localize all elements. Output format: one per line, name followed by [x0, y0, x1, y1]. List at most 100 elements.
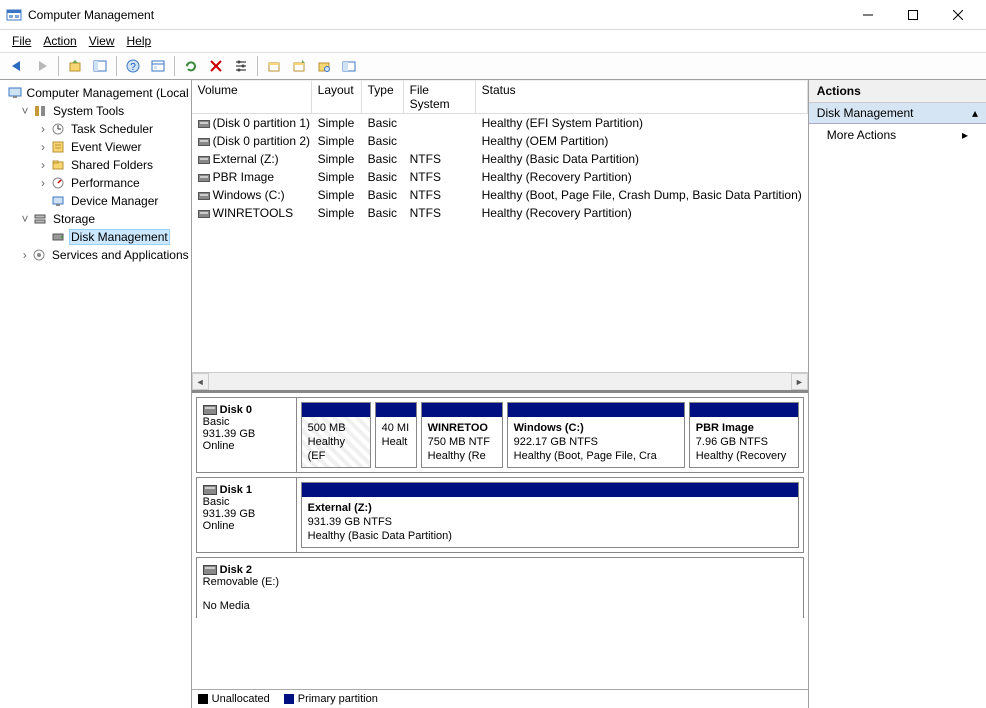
disk-info[interactable]: Disk 0 Basic 931.39 GB Online: [197, 398, 297, 472]
tree-system-tools[interactable]: ˅System Tools: [0, 102, 191, 120]
actions-section[interactable]: Disk Management ▴: [809, 103, 986, 124]
volume-row[interactable]: (Disk 0 partition 2)SimpleBasicHealthy (…: [192, 132, 808, 150]
expand-icon[interactable]: ›: [36, 123, 50, 135]
disk-row[interactable]: Disk 1 Basic 931.39 GB Online External (…: [196, 477, 804, 553]
volume-row[interactable]: PBR ImageSimpleBasicNTFSHealthy (Recover…: [192, 168, 808, 186]
expand-icon[interactable]: ›: [18, 249, 31, 261]
performance-icon: [50, 175, 66, 191]
tree-root[interactable]: Computer Management (Local: [0, 84, 191, 102]
volume-row[interactable]: WINRETOOLSSimpleBasicNTFSHealthy (Recove…: [192, 204, 808, 222]
collapse-icon: ▴: [972, 106, 978, 120]
action3-button[interactable]: [313, 55, 335, 77]
col-volume[interactable]: Volume: [192, 80, 312, 113]
disk-map[interactable]: Disk 0 Basic 931.39 GB Online 500 MBHeal…: [192, 393, 808, 689]
tree-services-apps[interactable]: ›Services and Applications: [0, 246, 191, 264]
disk-row[interactable]: Disk 2 Removable (E:) No Media: [196, 557, 804, 618]
settings-bars-button[interactable]: [230, 55, 252, 77]
tree-storage[interactable]: ˅Storage: [0, 210, 191, 228]
tree-performance[interactable]: ›Performance: [0, 174, 191, 192]
drive-icon: [198, 156, 210, 164]
tree-device-manager[interactable]: Device Manager: [0, 192, 191, 210]
menu-file[interactable]: File: [8, 34, 35, 48]
scroll-right-button[interactable]: ►: [791, 373, 808, 390]
toolbar-separator: [174, 56, 175, 76]
menu-view[interactable]: View: [85, 34, 119, 48]
up-button[interactable]: [64, 55, 86, 77]
legend: Unallocated Primary partition: [192, 689, 808, 708]
properties-button[interactable]: [147, 55, 169, 77]
expand-icon[interactable]: ›: [36, 141, 50, 153]
tree-event-viewer[interactable]: ›Event Viewer: [0, 138, 191, 156]
storage-icon: [32, 211, 48, 227]
computer-icon: [8, 85, 22, 101]
partition[interactable]: 500 MBHealthy (EF: [301, 402, 371, 468]
menu-help[interactable]: Help: [123, 34, 156, 48]
disk-info[interactable]: Disk 2 Removable (E:) No Media: [197, 558, 297, 618]
tools-icon: [32, 103, 48, 119]
minimize-button[interactable]: [845, 0, 890, 29]
col-type[interactable]: Type: [362, 80, 404, 113]
menu-action[interactable]: Action: [39, 34, 80, 48]
partition[interactable]: WINRETOO750 MB NTFHealthy (Re: [421, 402, 503, 468]
disk-row[interactable]: Disk 0 Basic 931.39 GB Online 500 MBHeal…: [196, 397, 804, 473]
collapse-icon[interactable]: ˅: [18, 105, 32, 117]
maximize-button[interactable]: [890, 0, 935, 29]
toolbar-separator: [257, 56, 258, 76]
disk-info[interactable]: Disk 1 Basic 931.39 GB Online: [197, 478, 297, 552]
navigation-tree[interactable]: Computer Management (Local ˅System Tools…: [0, 80, 192, 708]
drive-icon: [198, 120, 210, 128]
hscrollbar[interactable]: ◄►: [192, 372, 808, 390]
volume-list-body[interactable]: (Disk 0 partition 1)SimpleBasicHealthy (…: [192, 114, 808, 372]
partition[interactable]: PBR Image7.96 GB NTFSHealthy (Recovery: [689, 402, 799, 468]
partition[interactable]: 40 MIHealt: [375, 402, 417, 468]
forward-button[interactable]: [31, 55, 53, 77]
volume-row[interactable]: (Disk 0 partition 1)SimpleBasicHealthy (…: [192, 114, 808, 132]
partition[interactable]: Windows (C:)922.17 GB NTFSHealthy (Boot,…: [507, 402, 685, 468]
toolbar: ?: [0, 52, 986, 80]
col-status[interactable]: Status: [476, 80, 808, 113]
volume-list[interactable]: Volume Layout Type File System Status (D…: [192, 80, 808, 393]
col-filesystem[interactable]: File System: [404, 80, 476, 113]
show-hide-tree-button[interactable]: [89, 55, 111, 77]
expand-icon[interactable]: ›: [36, 177, 50, 189]
scroll-left-button[interactable]: ◄: [192, 373, 209, 390]
more-actions[interactable]: More Actions ▸: [809, 124, 986, 146]
delete-button[interactable]: [205, 55, 227, 77]
disk-icon: [203, 485, 217, 495]
tree-disk-management[interactable]: Disk Management: [0, 228, 191, 246]
actions-header: Actions: [809, 80, 986, 103]
partition[interactable]: External (Z:)931.39 GB NTFSHealthy (Basi…: [301, 482, 799, 548]
volume-list-header: Volume Layout Type File System Status: [192, 80, 808, 114]
clock-icon: [50, 121, 66, 137]
action2-button[interactable]: [288, 55, 310, 77]
back-button[interactable]: [6, 55, 28, 77]
window-title: Computer Management: [28, 8, 845, 22]
action1-button[interactable]: [263, 55, 285, 77]
drive-icon: [198, 138, 210, 146]
event-icon: [50, 139, 66, 155]
drive-icon: [198, 174, 210, 182]
legend-swatch-unallocated: [198, 694, 208, 704]
title-bar: Computer Management: [0, 0, 986, 30]
drive-icon: [198, 192, 210, 200]
tree-shared-folders[interactable]: ›Shared Folders: [0, 156, 191, 174]
refresh-button[interactable]: [180, 55, 202, 77]
chevron-right-icon: ▸: [962, 128, 968, 142]
close-button[interactable]: [935, 0, 980, 29]
app-icon: [6, 7, 22, 23]
expand-icon[interactable]: ›: [36, 159, 50, 171]
toolbar-separator: [58, 56, 59, 76]
drive-icon: [198, 210, 210, 218]
volume-row[interactable]: External (Z:)SimpleBasicNTFSHealthy (Bas…: [192, 150, 808, 168]
action4-button[interactable]: [338, 55, 360, 77]
svg-text:?: ?: [130, 62, 136, 73]
disk-icon: [203, 405, 217, 415]
col-layout[interactable]: Layout: [312, 80, 362, 113]
folder-icon: [50, 157, 66, 173]
services-icon: [31, 247, 46, 263]
volume-row[interactable]: Windows (C:)SimpleBasicNTFSHealthy (Boot…: [192, 186, 808, 204]
collapse-icon[interactable]: ˅: [18, 213, 32, 225]
device-icon: [50, 193, 66, 209]
tree-task-scheduler[interactable]: ›Task Scheduler: [0, 120, 191, 138]
help-button[interactable]: ?: [122, 55, 144, 77]
